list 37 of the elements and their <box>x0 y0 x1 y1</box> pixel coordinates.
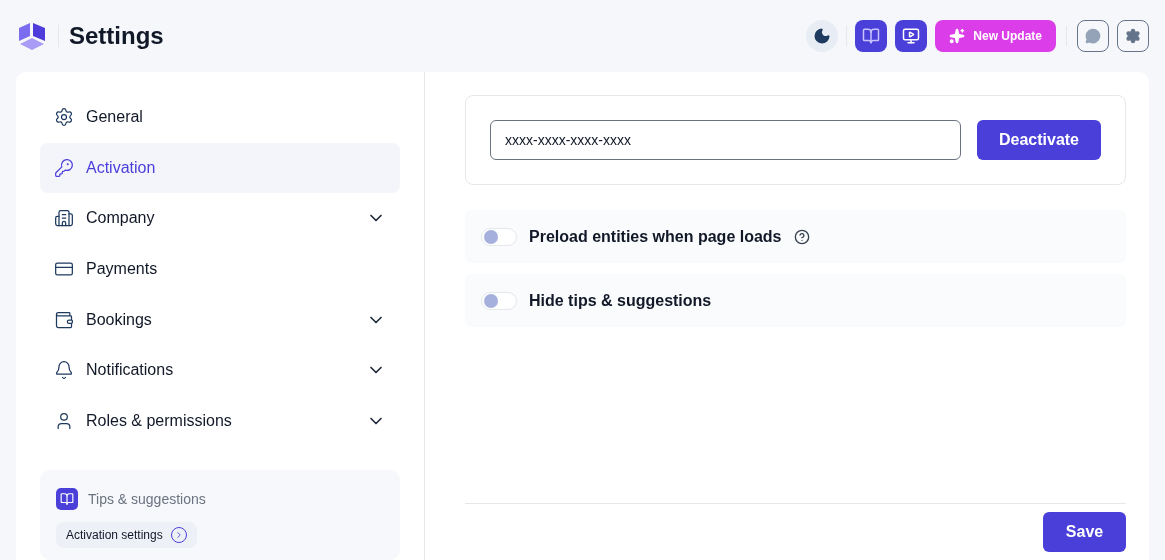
book-icon <box>862 27 881 45</box>
video-icon <box>902 27 921 45</box>
wallet-icon <box>54 309 74 330</box>
sidebar-item[interactable]: Activation <box>40 142 400 194</box>
chat-button[interactable] <box>1077 20 1109 52</box>
toggle-switch[interactable] <box>481 227 517 246</box>
logo-icon <box>16 20 48 52</box>
toggle-switch[interactable] <box>481 291 517 310</box>
settings-icon <box>1125 28 1141 44</box>
sidebar-item[interactable]: Notifications <box>40 344 400 396</box>
save-button[interactable]: Save <box>1043 512 1126 552</box>
dark-mode-button[interactable] <box>806 20 839 52</box>
sparkle-icon <box>949 28 966 44</box>
license-key-field[interactable]: xxxx-xxxx-xxxx-xxxx <box>490 120 961 160</box>
bell-icon <box>54 360 74 381</box>
book-button[interactable] <box>855 20 888 52</box>
sidebar-item[interactable]: Payments <box>40 243 400 295</box>
building-icon <box>54 208 74 229</box>
settings-button[interactable] <box>1117 20 1149 52</box>
gear-icon <box>54 107 74 128</box>
video-button[interactable] <box>895 20 928 52</box>
tips-title: Tips & suggestions <box>88 489 206 509</box>
key-icon <box>54 157 74 178</box>
page-title: Settings <box>69 21 164 51</box>
option-label: Hide tips & suggestions <box>529 290 712 311</box>
option-label: Preload entities when page loads <box>529 226 782 247</box>
sidebar-item[interactable]: Company <box>40 193 400 244</box>
chat-icon <box>1085 28 1101 44</box>
sidebar-item[interactable]: General <box>40 92 400 143</box>
tip-link[interactable]: Activation settings <box>56 522 197 549</box>
help-icon <box>793 228 810 245</box>
book-icon <box>56 488 78 511</box>
moon-icon <box>813 27 832 45</box>
sidebar-item[interactable]: Roles & permissions <box>40 395 400 447</box>
new-update-button[interactable]: New Update <box>935 20 1056 52</box>
sidebar-item[interactable]: Bookings <box>40 294 400 345</box>
deactivate-button[interactable]: Deactivate <box>977 120 1101 160</box>
